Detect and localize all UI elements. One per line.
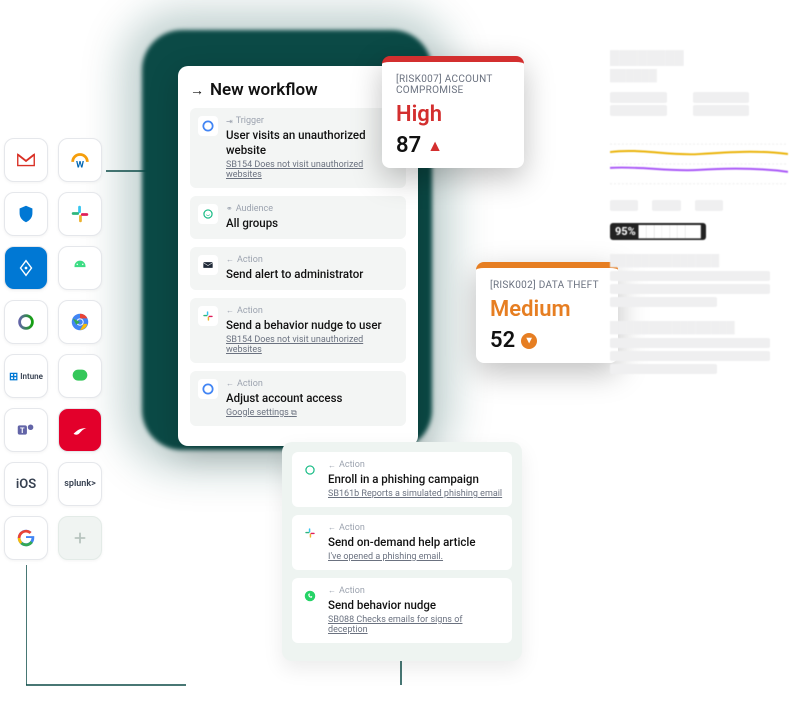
- step-label: Send alert to administrator: [226, 267, 363, 282]
- integrations-grid: W ⊞Intune T iOS splunk>: [4, 138, 102, 560]
- integration-chrome[interactable]: [58, 300, 102, 344]
- mail-icon: [198, 255, 218, 275]
- risk-level: High: [396, 102, 510, 127]
- dashboard-section-2: ████████████████: [610, 321, 788, 334]
- action-icon: ←: [328, 586, 336, 595]
- slack-icon: [300, 523, 320, 543]
- integration-splunk[interactable]: splunk>: [58, 462, 102, 506]
- dashboard-subtitle: ██████: [610, 69, 788, 82]
- integration-workday[interactable]: W: [58, 138, 102, 182]
- slack-icon: [198, 306, 218, 326]
- chevron-down-icon: ▾: [521, 333, 537, 349]
- dashboard-title: ████████: [610, 50, 788, 66]
- integration-google[interactable]: [4, 516, 48, 560]
- action-icon: ←: [226, 306, 234, 315]
- dashboard-stat: 95% ████████: [610, 223, 706, 240]
- dashboard-chart: [610, 124, 788, 194]
- integration-android[interactable]: [58, 246, 102, 290]
- external-link-icon: ⧉: [291, 408, 297, 417]
- risk-code: [RISK007] ACCOUNT COMPROMISE: [396, 74, 510, 96]
- action-icon: ←: [226, 379, 234, 388]
- svg-text:W: W: [76, 160, 84, 170]
- culture-icon: [198, 204, 218, 224]
- step-sublink[interactable]: I've opened a phishing email.: [328, 552, 476, 562]
- integration-intune[interactable]: ⊞Intune: [4, 354, 48, 398]
- workflow-step-enroll[interactable]: ←Action Enroll in a phishing campaign SB…: [292, 452, 512, 507]
- integration-crowdstrike[interactable]: [58, 408, 102, 452]
- step-label: Adjust account access: [226, 391, 342, 406]
- workflow-title: New workflow: [210, 80, 318, 100]
- step-label: User visits an unauthorized website: [226, 128, 398, 158]
- integration-defender[interactable]: [4, 192, 48, 236]
- whatsapp-icon: [300, 586, 320, 606]
- risk-score: 52 ▾: [490, 328, 604, 353]
- step-label: Send on-demand help article: [328, 535, 476, 550]
- integration-slack[interactable]: [58, 192, 102, 236]
- workflow-step-action-alert[interactable]: ←Action Send alert to administrator: [190, 247, 406, 290]
- step-sublink[interactable]: SB154 Does not visit unauthorized websit…: [226, 335, 398, 355]
- action-icon: ←: [226, 255, 234, 264]
- integration-teams[interactable]: T: [4, 408, 48, 452]
- dashboard-panel: ████████ ██████ ██████████████ █████████…: [610, 50, 788, 377]
- integration-azure-ad[interactable]: [4, 246, 48, 290]
- step-label: Send behavior nudge: [328, 598, 504, 613]
- integration-messages[interactable]: [58, 354, 102, 398]
- trigger-icon: ⇥: [226, 117, 233, 126]
- integration-add[interactable]: [58, 516, 102, 560]
- audience-icon: ⚭: [226, 204, 233, 213]
- dashboard-section-1: ██████████████: [610, 254, 788, 267]
- workflow-step-trigger[interactable]: ⇥Trigger User visits an unauthorized web…: [190, 108, 406, 188]
- connector-line-1: [26, 555, 186, 695]
- action-icon: ←: [328, 523, 336, 532]
- risk-card-high[interactable]: [RISK007] ACCOUNT COMPROMISE High 87 ▲: [382, 56, 524, 168]
- workflow-step-action-access[interactable]: ←Action Adjust account access Google set…: [190, 371, 406, 426]
- google-icon: [198, 379, 218, 399]
- risk-score: 87 ▲: [396, 133, 510, 158]
- workflow-panel-secondary: ←Action Enroll in a phishing campaign SB…: [282, 442, 522, 661]
- integration-gmail[interactable]: [4, 138, 48, 182]
- step-sublink[interactable]: Google settings ⧉: [226, 408, 342, 418]
- google-icon: [198, 116, 218, 136]
- svg-text:T: T: [20, 426, 25, 435]
- integration-copilot[interactable]: [4, 300, 48, 344]
- workflow-step-nudge2[interactable]: ←Action Send behavior nudge SB088 Checks…: [292, 578, 512, 643]
- step-label: Enroll in a phishing campaign: [328, 472, 502, 487]
- step-sublink[interactable]: SB154 Does not visit unauthorized websit…: [226, 160, 398, 180]
- risk-level: Medium: [490, 297, 604, 322]
- risk-card-medium[interactable]: [RISK002] DATA THEFT Medium 52 ▾: [476, 262, 618, 363]
- connector-line-2: [76, 170, 186, 172]
- step-sublink[interactable]: SB088 Checks emails for signs of decepti…: [328, 615, 504, 635]
- workflow-step-action-nudge[interactable]: ←Action Send a behavior nudge to user SB…: [190, 298, 406, 363]
- risk-code: [RISK002] DATA THEFT: [490, 280, 604, 291]
- workflow-step-audience[interactable]: ⚭Audience All groups: [190, 196, 406, 239]
- step-label: All groups: [226, 216, 278, 231]
- action-icon: ←: [328, 461, 336, 470]
- workflow-step-help[interactable]: ←Action Send on-demand help article I've…: [292, 515, 512, 570]
- integration-ios[interactable]: iOS: [4, 462, 48, 506]
- arrow-right-icon: →: [190, 82, 204, 99]
- culture-icon: [300, 460, 320, 480]
- alert-triangle-icon: ▲: [427, 136, 443, 156]
- step-sublink[interactable]: SB161b Reports a simulated phishing emai…: [328, 489, 502, 499]
- step-label: Send a behavior nudge to user: [226, 318, 398, 333]
